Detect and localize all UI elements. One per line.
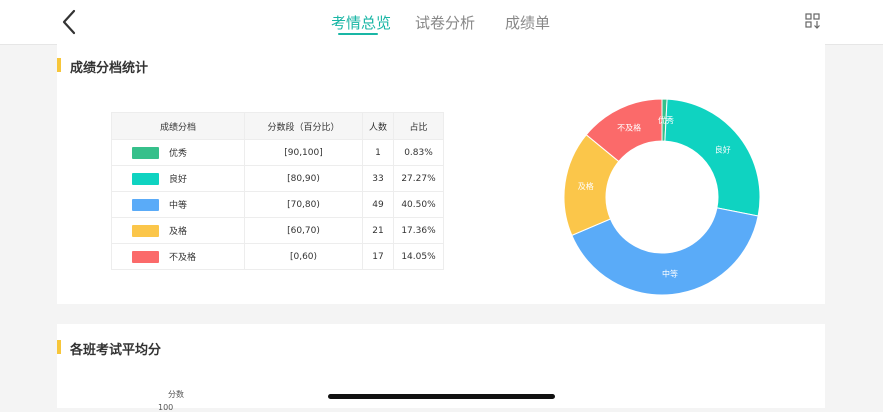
- student-count-cell: 1: [362, 139, 394, 166]
- grade-table: 成绩分档 分数段（百分比） 人数 占比 优秀 [90,100] 1 0.83% 良好 [8…: [111, 112, 444, 270]
- section-marker: [57, 58, 61, 72]
- tab-report-card[interactable]: 成绩单: [505, 12, 550, 33]
- grade-level-cell: 优秀: [111, 139, 245, 166]
- slice-label: 优秀: [658, 115, 674, 125]
- legend-swatch: [132, 199, 159, 211]
- section-marker: [57, 340, 61, 354]
- student-count-cell: 17: [362, 243, 394, 270]
- student-count-cell: 21: [362, 217, 394, 244]
- grade-level-label: 优秀: [169, 149, 188, 159]
- home-indicator: [328, 394, 555, 399]
- slice-label: 中等: [662, 269, 678, 279]
- grade-level-cell: 及格: [111, 217, 245, 244]
- y-axis-label: 分数: [168, 390, 184, 399]
- grade-level-label: 中等: [169, 201, 188, 211]
- slice-label: 不及格: [617, 122, 641, 132]
- grade-donut-chart: 优秀良好中等 及格 不及格: [563, 98, 761, 296]
- ratio-cell: 40.50%: [393, 191, 444, 218]
- sort-grid-icon[interactable]: [804, 12, 822, 30]
- ratio-cell: 27.27%: [393, 165, 444, 192]
- section-title: 成绩分档统计: [70, 61, 149, 76]
- grade-level-cell: 良好: [111, 165, 245, 192]
- table-row: 优秀 [90,100] 1 0.83%: [111, 139, 444, 166]
- column-header: 人数: [362, 112, 394, 140]
- score-range-cell: [80,90): [244, 165, 363, 192]
- ratio-cell: 0.83%: [393, 139, 444, 166]
- grade-level-cell: 不及格: [111, 243, 245, 270]
- column-header: 成绩分档: [111, 112, 245, 140]
- student-count-cell: 49: [362, 191, 394, 218]
- table-row: 不及格 [0,60) 17 14.05%: [111, 243, 444, 270]
- score-range-cell: [90,100]: [244, 139, 363, 166]
- legend-swatch: [132, 173, 159, 185]
- column-header: 占比: [393, 112, 444, 140]
- ratio-cell: 17.36%: [393, 217, 444, 244]
- score-range-cell: [0,60): [244, 243, 363, 270]
- table-row: 及格 [60,70) 21 17.36%: [111, 217, 444, 244]
- slice-label: 及格: [578, 181, 594, 191]
- donut-slice: [664, 98, 761, 217]
- grade-level-label: 良好: [169, 175, 188, 185]
- section-title: 各班考试平均分: [70, 343, 162, 358]
- grade-level-cell: 中等: [111, 191, 245, 218]
- table-header-row: 成绩分档 分数段（百分比） 人数 占比: [111, 112, 444, 140]
- score-range-cell: [60,70): [244, 217, 363, 244]
- legend-swatch: [132, 147, 159, 159]
- top-bar: 考情总览 试卷分析 成绩单: [0, 0, 883, 45]
- legend-swatch: [132, 251, 159, 263]
- grade-stats-card: 成绩分档统计 成绩分档 分数段（百分比） 人数 占比 优秀 [90,100] 1 0.…: [57, 44, 825, 304]
- student-count-cell: 33: [362, 165, 394, 192]
- score-range-cell: [70,80): [244, 191, 363, 218]
- legend-swatch: [132, 225, 159, 237]
- grade-level-label: 及格: [169, 227, 188, 237]
- grade-level-label: 不及格: [169, 253, 197, 263]
- active-tab-indicator: [338, 33, 378, 35]
- slice-label: 良好: [715, 145, 731, 155]
- table-row: 中等 [70,80) 49 40.50%: [111, 191, 444, 218]
- tab-paper-analysis[interactable]: 试卷分析: [415, 12, 475, 33]
- tab-overview[interactable]: 考情总览: [331, 12, 391, 33]
- tab-bar: 考情总览 试卷分析 成绩单: [0, 0, 883, 44]
- table-row: 良好 [80,90) 33 27.27%: [111, 165, 444, 192]
- column-header: 分数段（百分比）: [244, 112, 363, 140]
- ratio-cell: 14.05%: [393, 243, 444, 270]
